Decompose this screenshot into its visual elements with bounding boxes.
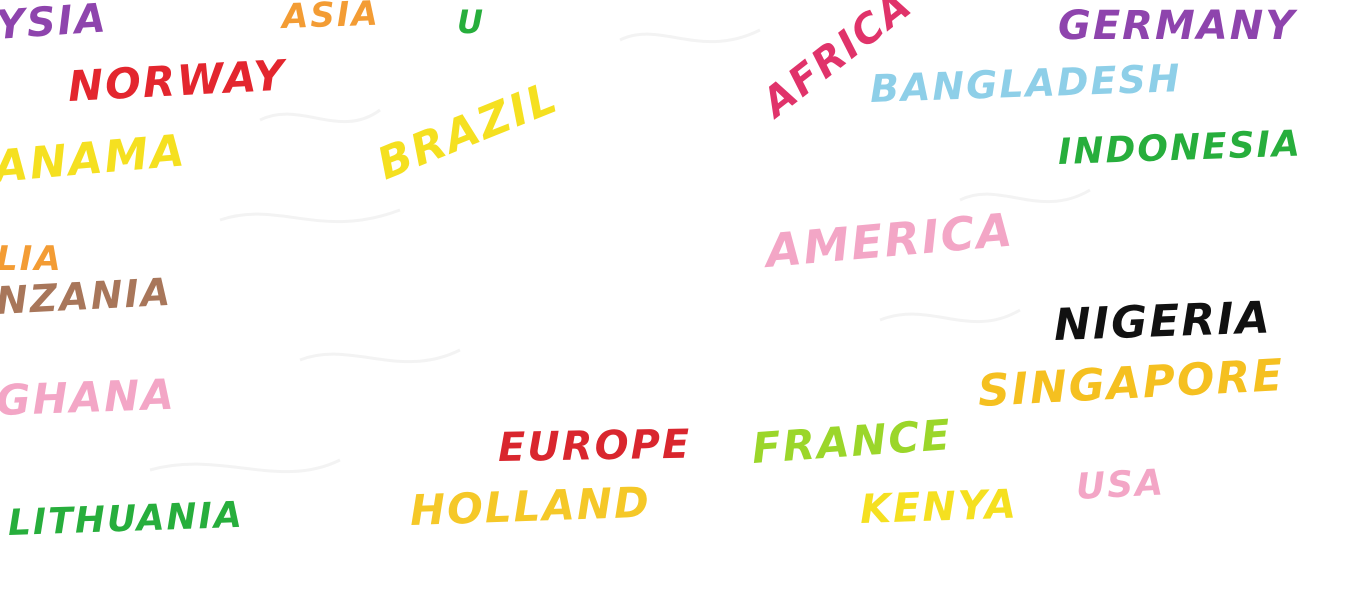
word-u: U: [457, 3, 485, 41]
word-nigeria: NIGERIA: [1053, 292, 1273, 351]
word-europe: EUROPE: [497, 421, 692, 471]
word-kenya: KENYA: [859, 481, 1019, 533]
word-ghana-partial: GHANA: [0, 369, 177, 425]
word-bangladesh: BANGLADESH: [869, 56, 1183, 111]
word-lithuania: LITHUANIA: [7, 494, 245, 544]
word-germany: GERMANY: [1058, 3, 1297, 49]
word-italia-partial: LIA: [0, 239, 63, 279]
word-usa: USA: [1074, 462, 1166, 508]
word-norway: NORWAY: [66, 50, 288, 111]
word-holland: HOLLAND: [409, 477, 652, 535]
word-asia: ASIA: [281, 0, 381, 37]
word-indonesia: INDONESIA: [1057, 123, 1303, 173]
word-malaysia-partial: YSIA: [0, 0, 109, 49]
drawing-canvas: YSIA ASIA U AFRICA GERMANY NORWAY BANGLA…: [0, 0, 1360, 615]
word-tanzania-partial: NZANIA: [0, 269, 174, 323]
